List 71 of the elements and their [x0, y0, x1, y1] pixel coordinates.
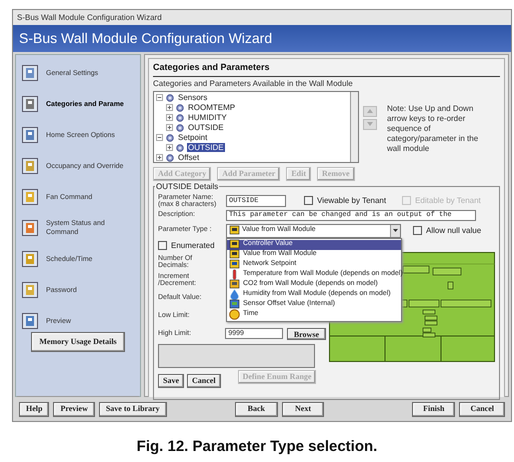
footer-button[interactable]: Preview: [53, 402, 95, 416]
node-icon: [176, 124, 184, 132]
module-icon: [22, 220, 38, 236]
browse-button[interactable]: Browse: [286, 328, 326, 340]
checkbox-label: Allow null value: [426, 224, 482, 236]
option-icon: [229, 279, 240, 290]
option-icon: [229, 289, 240, 300]
module-icon: [22, 189, 38, 205]
tree-item[interactable]: HUMIDITY: [187, 113, 228, 122]
checkbox[interactable]: [304, 196, 313, 205]
checkbox-label: Enumerated: [171, 240, 215, 252]
save-button[interactable]: Save: [158, 374, 184, 388]
expand-icon[interactable]: [156, 154, 163, 161]
category-tree[interactable]: Sensors ROOMTEMP HUMIDITY OUTSIDE Setpoint OUTSIDE Offset: [153, 90, 359, 162]
horizontal-scrollbar[interactable]: [17, 396, 139, 397]
module-icon: [22, 313, 38, 329]
footer-button[interactable]: Finish: [412, 402, 456, 416]
option-icon: [229, 239, 240, 250]
module-icon: [22, 251, 38, 267]
tree-item[interactable]: Sensors: [177, 93, 208, 102]
caret-icon: [393, 229, 398, 232]
node-icon: [176, 114, 184, 122]
footer-button[interactable]: Save to Library: [98, 402, 167, 416]
option-icon: [229, 259, 240, 270]
wizard-title: S-Bus Wall Module Configuration Wizard: [19, 29, 272, 48]
expand-icon[interactable]: [166, 124, 173, 131]
footer-button[interactable]: Back: [234, 402, 278, 416]
note-text: Note: Use Up and Down arrow keys to re-order sequence of category/parameter in the wall module: [387, 104, 480, 154]
enum-list[interactable]: [158, 344, 315, 368]
option-icon: [229, 225, 240, 236]
node-icon: [176, 144, 184, 152]
dropdown-button[interactable]: [390, 224, 400, 236]
figure-caption: Fig. 12. Parameter Type selection.: [136, 437, 378, 457]
expand-icon[interactable]: [166, 114, 173, 121]
cancel-button[interactable]: Cancel: [187, 374, 221, 388]
footer-button[interactable]: Next: [282, 402, 324, 416]
module-icon: [22, 65, 38, 81]
collapse-icon[interactable]: [156, 94, 163, 101]
up-arrow-icon: [367, 109, 373, 113]
details-legend: OUTSIDE Details: [155, 182, 220, 190]
vertical-scrollbar[interactable]: [350, 92, 358, 162]
footer-button[interactable]: Help: [19, 402, 50, 416]
module-icon: [22, 96, 38, 112]
option-icon: [229, 299, 240, 310]
node-icon: [166, 134, 174, 142]
down-arrow-icon: [367, 122, 373, 126]
tree-item[interactable]: Setpoint: [177, 133, 208, 142]
memory-usage-button[interactable]: Memory Usage Details: [31, 332, 125, 352]
expand-icon[interactable]: [166, 104, 173, 111]
tree-item[interactable]: ROOMTEMP: [187, 103, 236, 112]
checkbox-label: Editable by Tenant: [415, 194, 481, 206]
node-icon: [176, 104, 184, 112]
checkbox[interactable]: [413, 226, 422, 235]
module-icon: [22, 127, 38, 143]
option-icon: [229, 249, 240, 260]
expand-icon[interactable]: [166, 144, 173, 151]
collapse-icon[interactable]: [156, 134, 163, 141]
module-icon: [22, 158, 38, 174]
option-icon: [229, 309, 240, 320]
tree-label: Categories and Parameters Available in the Wall Module: [153, 78, 354, 90]
window-title: S-Bus Wall Module Configuration Wizard: [17, 12, 162, 24]
checkbox[interactable]: [158, 241, 167, 250]
tree-item[interactable]: OUTSIDE: [187, 143, 225, 152]
node-icon: [166, 94, 174, 102]
section-title: Categories and Parameters: [153, 61, 500, 76]
tree-item[interactable]: Offset: [177, 153, 200, 162]
module-icon: [22, 282, 38, 298]
checkbox-label: Viewable by Tenant: [317, 194, 386, 206]
node-icon: [166, 154, 174, 162]
footer-button[interactable]: Cancel: [459, 402, 505, 416]
tree-item[interactable]: OUTSIDE: [187, 123, 225, 132]
